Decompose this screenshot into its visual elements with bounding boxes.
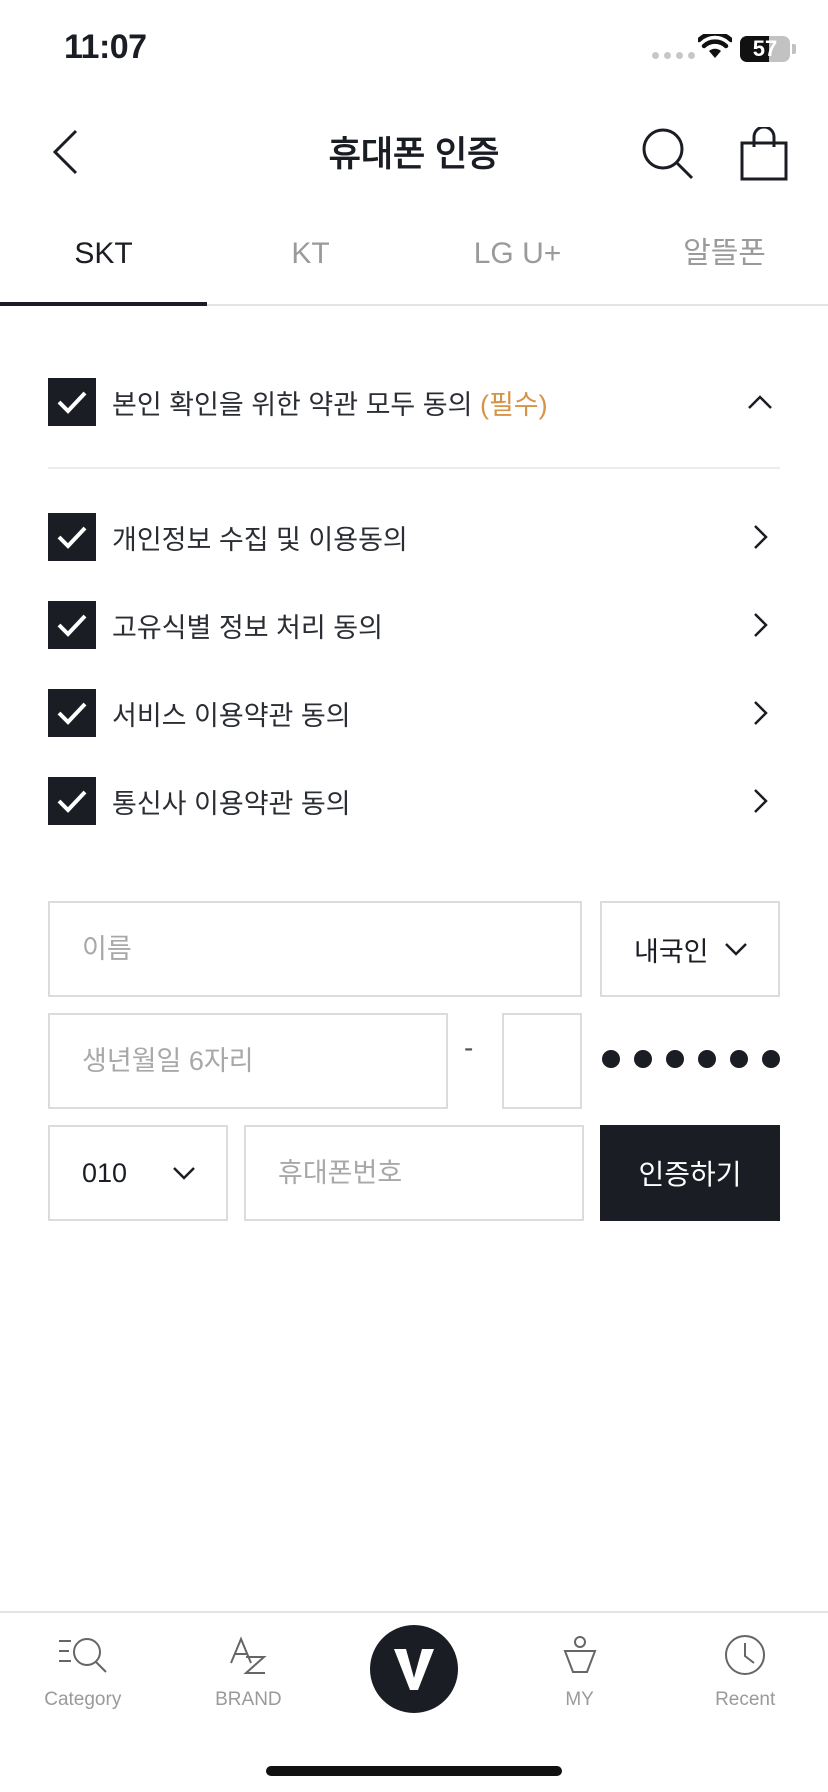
battery-level: 57 bbox=[752, 36, 778, 61]
verify-button[interactable]: 인증하기 bbox=[600, 1125, 780, 1221]
agreement-detail-button[interactable] bbox=[740, 601, 780, 649]
category-search-icon bbox=[57, 1631, 109, 1679]
search-icon bbox=[642, 128, 694, 180]
agreement-label: 개인정보 수집 및 이용동의 bbox=[112, 524, 408, 555]
agreement-label: 고유식별 정보 처리 동의 bbox=[112, 612, 383, 643]
agreement-item-service[interactable]: 서비스 이용약관 동의 bbox=[48, 689, 780, 737]
v-logo-icon bbox=[394, 1649, 434, 1690]
name-field bbox=[48, 901, 582, 997]
unique-id-checkbox[interactable] bbox=[48, 601, 96, 649]
chevron-down-icon bbox=[725, 943, 747, 956]
tab-lg-uplus[interactable]: LG U+ bbox=[414, 214, 621, 304]
birthdate-input[interactable] bbox=[50, 1015, 446, 1107]
carrier-prefix-select[interactable]: 010 bbox=[48, 1125, 228, 1221]
nav-brand[interactable]: BRAND bbox=[166, 1613, 332, 1731]
agree-all-checkbox[interactable] bbox=[48, 378, 96, 426]
collapse-toggle[interactable] bbox=[740, 378, 780, 426]
checkmark-icon bbox=[57, 391, 87, 414]
checkmark-icon bbox=[57, 614, 87, 637]
tab-budget-phone[interactable]: 알뜰폰 bbox=[621, 214, 828, 304]
page-title: 휴대폰 인증 bbox=[328, 135, 500, 174]
nav-recent[interactable]: Recent bbox=[662, 1613, 828, 1731]
nav-label: Recent bbox=[715, 1689, 776, 1710]
wifi-icon bbox=[698, 34, 732, 58]
carrier-prefix-value: 010 bbox=[82, 1157, 128, 1188]
nav-label: BRAND bbox=[215, 1689, 282, 1710]
nav-my[interactable]: MY bbox=[497, 1613, 663, 1731]
nav-label: MY bbox=[565, 1689, 594, 1710]
home-indicator bbox=[266, 1766, 562, 1776]
chevron-right-icon bbox=[754, 701, 768, 725]
id-separator: - bbox=[464, 1032, 474, 1063]
shopping-bag-button[interactable] bbox=[736, 122, 792, 186]
az-icon bbox=[228, 1631, 268, 1679]
agreement-detail-button[interactable] bbox=[740, 513, 780, 561]
status-time: 11:07 bbox=[64, 28, 147, 66]
tab-kt[interactable]: KT bbox=[207, 214, 414, 304]
agreement-detail-button[interactable] bbox=[740, 777, 780, 825]
required-badge: (필수) bbox=[479, 389, 548, 420]
divider bbox=[48, 467, 780, 469]
person-icon bbox=[562, 1631, 598, 1679]
nav-category[interactable]: Category bbox=[0, 1613, 166, 1731]
shopping-bag-icon bbox=[740, 127, 788, 181]
cellular-signal-icon bbox=[652, 52, 695, 59]
name-input[interactable] bbox=[50, 903, 580, 995]
gender-digit-field bbox=[502, 1013, 582, 1109]
agreement-label: 서비스 이용약관 동의 bbox=[112, 700, 351, 731]
agree-all-row[interactable]: 본인 확인을 위한 약관 모두 동의 (필수) bbox=[48, 378, 780, 426]
clock-icon bbox=[724, 1631, 766, 1679]
gender-digit-input[interactable] bbox=[504, 1015, 580, 1107]
chevron-right-icon bbox=[754, 525, 768, 549]
checkmark-icon bbox=[57, 526, 87, 549]
chevron-right-icon bbox=[754, 613, 768, 637]
phone-number-input[interactable] bbox=[246, 1127, 582, 1219]
masked-digits bbox=[602, 1050, 780, 1068]
agreement-item-unique-id[interactable]: 고유식별 정보 처리 동의 bbox=[48, 601, 780, 649]
carrier-terms-checkbox[interactable] bbox=[48, 777, 96, 825]
checkmark-icon bbox=[57, 702, 87, 725]
nationality-value: 내국인 bbox=[634, 936, 709, 967]
carrier-tabs: SKT KT LG U+ 알뜰폰 bbox=[0, 214, 828, 306]
checkmark-icon bbox=[57, 790, 87, 813]
home-v-button[interactable] bbox=[370, 1625, 458, 1713]
agreement-item-privacy[interactable]: 개인정보 수집 및 이용동의 bbox=[48, 513, 780, 561]
nav-label: Category bbox=[44, 1689, 122, 1710]
agreement-item-carrier[interactable]: 통신사 이용약관 동의 bbox=[48, 777, 780, 825]
phone-verification-screen: 11:07 57 휴대폰 인증 SKT KT LG U+ 알뜰폰 본인 확인을 … bbox=[0, 0, 828, 1792]
privacy-checkbox[interactable] bbox=[48, 513, 96, 561]
battery-icon: 57 bbox=[740, 36, 790, 62]
battery-cap bbox=[792, 44, 796, 54]
service-terms-checkbox[interactable] bbox=[48, 689, 96, 737]
search-button[interactable] bbox=[638, 122, 698, 186]
agreement-detail-button[interactable] bbox=[740, 689, 780, 737]
tab-skt[interactable]: SKT bbox=[0, 214, 207, 306]
chevron-down-icon bbox=[173, 1167, 195, 1180]
agreement-label: 통신사 이용약관 동의 bbox=[112, 788, 351, 819]
phone-number-field bbox=[244, 1125, 584, 1221]
agree-all-label: 본인 확인을 위한 약관 모두 동의 (필수) bbox=[112, 383, 740, 422]
birthdate-field bbox=[48, 1013, 448, 1109]
agree-all-text: 본인 확인을 위한 약관 모두 동의 bbox=[112, 389, 473, 420]
chevron-up-icon bbox=[748, 395, 772, 409]
nationality-select[interactable]: 내국인 bbox=[600, 901, 780, 997]
chevron-right-icon bbox=[754, 789, 768, 813]
